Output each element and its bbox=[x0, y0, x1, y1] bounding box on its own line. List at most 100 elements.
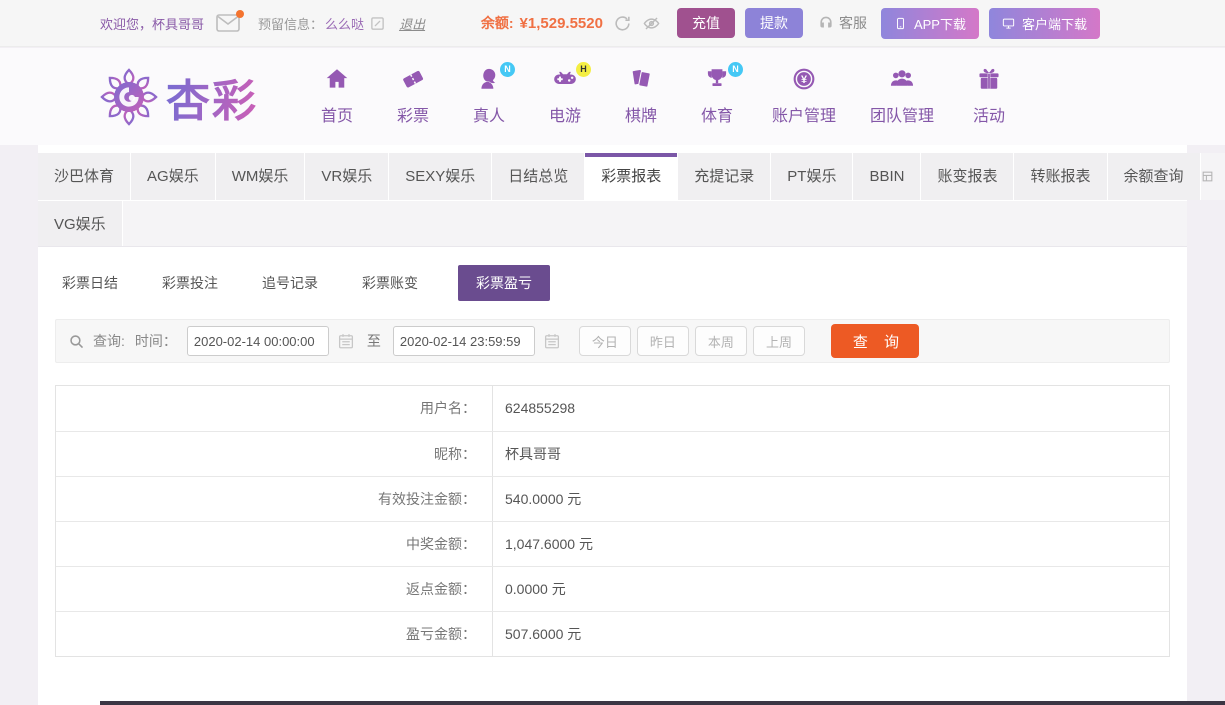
quick-date-button[interactable]: 本周 bbox=[694, 326, 747, 356]
tab-item[interactable]: BBIN bbox=[853, 153, 922, 200]
footer-edge bbox=[100, 701, 1225, 705]
username-text: 杯具哥哥 bbox=[152, 16, 205, 32]
live-person-icon bbox=[475, 66, 503, 97]
subtab-item[interactable]: 追号记录 bbox=[258, 265, 322, 301]
nav-item-gift[interactable]: 活动 bbox=[968, 68, 1010, 126]
subtab-item[interactable]: 彩票盈亏 bbox=[458, 265, 550, 301]
query-bar: 查询: 时间： 至 今日昨日本周上周 查 询 bbox=[55, 319, 1170, 363]
ticket-icon bbox=[399, 66, 427, 97]
nav-label: 团队管理 bbox=[870, 107, 935, 125]
quick-date-button[interactable]: 昨日 bbox=[636, 326, 689, 356]
row-label: 返点金额： bbox=[56, 567, 493, 611]
report-table: 用户名： 624855298 昵称： 杯具哥哥 有效投注金额： 540.0000 元中奖金… bbox=[55, 385, 1170, 657]
badge-h: H bbox=[576, 61, 591, 77]
search-icon bbox=[68, 333, 85, 350]
nav-label: 体育 bbox=[700, 107, 733, 125]
nav-item-ticket[interactable]: 彩票 bbox=[392, 68, 434, 126]
start-time-input[interactable] bbox=[186, 326, 329, 356]
badge-n: N bbox=[500, 61, 515, 77]
calendar-icon[interactable] bbox=[337, 332, 355, 350]
client-download-label: 客户端下载 bbox=[1021, 16, 1087, 32]
tab-item[interactable]: PT娱乐 bbox=[771, 153, 854, 200]
tab-item[interactable]: VG娱乐 bbox=[38, 201, 123, 246]
logout-link[interactable]: 退出 bbox=[399, 14, 425, 33]
main-nav: 首页 彩票 N 真人 H 电游 棋牌 N 体育 ¥ 账户管理 团队管理 活动 bbox=[316, 61, 1010, 126]
window-icon[interactable] bbox=[1201, 170, 1214, 183]
team-icon bbox=[888, 66, 916, 97]
table-row: 有效投注金额： 540.0000 元 bbox=[56, 476, 1169, 521]
tab-item[interactable]: VR娱乐 bbox=[305, 153, 390, 200]
site-logo[interactable]: 杏彩 bbox=[100, 65, 258, 129]
tab-item[interactable]: WM娱乐 bbox=[215, 153, 306, 200]
nav-item-live-person[interactable]: N 真人 bbox=[468, 61, 515, 126]
row-label: 中奖金额： bbox=[56, 522, 493, 566]
mail-icon[interactable] bbox=[216, 10, 245, 32]
nav-label: 电游 bbox=[548, 107, 581, 125]
client-download-button[interactable]: 客户端下载 bbox=[988, 7, 1100, 39]
end-time-input[interactable] bbox=[392, 326, 535, 356]
nav-label: 棋牌 bbox=[624, 107, 657, 125]
logo-text: 杏彩 bbox=[166, 65, 258, 129]
nav-label: 账户管理 bbox=[772, 107, 837, 125]
tab-item[interactable]: 沙巴体育 bbox=[38, 153, 132, 200]
content-card: 沙巴体育 AG娱乐 WM娱乐 VR娱乐 SEXY娱乐 日结总览 彩票报表 充提记录 PT娱乐 BB… bbox=[38, 145, 1225, 705]
eye-off-icon[interactable] bbox=[642, 14, 661, 33]
coin-icon: ¥ bbox=[790, 66, 818, 97]
home-icon bbox=[323, 66, 351, 97]
logo-flower-icon bbox=[100, 67, 158, 125]
nav-item-cards[interactable]: 棋牌 bbox=[620, 68, 662, 126]
welcome-text: 欢迎您， bbox=[100, 16, 153, 32]
app-download-label: APP下载 bbox=[913, 16, 966, 32]
subtab-bar: 彩票日结 彩票投注 追号记录 彩票账变 彩票盈亏 bbox=[38, 247, 1187, 315]
monitor-icon bbox=[1002, 18, 1015, 29]
balance-group: 余额: ¥1,529.5520 充值 提款 客服 APP下载 客户端下载 bbox=[481, 7, 1100, 39]
gift-icon bbox=[975, 66, 1003, 97]
quick-date-button[interactable]: 上周 bbox=[752, 326, 805, 356]
search-submit-button[interactable]: 查 询 bbox=[830, 324, 919, 358]
subtab-item[interactable]: 彩票日结 bbox=[58, 265, 122, 301]
tab-item[interactable]: 转账报表 bbox=[1014, 153, 1108, 200]
tab-item[interactable]: 日结总览 bbox=[492, 153, 586, 200]
notification-dot bbox=[236, 10, 245, 18]
app-download-button[interactable]: APP下载 bbox=[880, 7, 979, 39]
row-value: 540.0000 元 bbox=[505, 491, 582, 507]
nav-item-trophy[interactable]: N 体育 bbox=[696, 61, 743, 126]
subtab-item[interactable]: 彩票账变 bbox=[358, 265, 422, 301]
table-row: 用户名： 624855298 bbox=[56, 386, 1169, 431]
balance-value: ¥1,529.5520 bbox=[519, 14, 603, 32]
withdraw-button[interactable]: 提款 bbox=[744, 8, 803, 38]
nav-item-coin[interactable]: ¥ 账户管理 bbox=[772, 68, 836, 126]
quick-date-button[interactable]: 今日 bbox=[578, 326, 631, 356]
refresh-icon[interactable] bbox=[613, 14, 632, 33]
row-value: 0.0000 元 bbox=[505, 581, 566, 597]
nav-label: 活动 bbox=[973, 107, 1006, 125]
deposit-button[interactable]: 充值 bbox=[676, 8, 735, 38]
subtab-item[interactable]: 彩票投注 bbox=[158, 265, 222, 301]
row-label: 用户名： bbox=[56, 386, 493, 431]
tab-item[interactable]: SEXY娱乐 bbox=[389, 153, 493, 200]
gamepad-icon bbox=[551, 66, 579, 97]
tab-item[interactable]: 账变报表 bbox=[921, 153, 1015, 200]
row-label: 昵称： bbox=[56, 432, 493, 476]
tab-item[interactable]: 彩票报表 bbox=[585, 153, 679, 200]
row-label: 盈亏金额： bbox=[56, 612, 493, 656]
reserved-info-value[interactable]: 么么哒 bbox=[325, 14, 364, 33]
table-row: 昵称： 杯具哥哥 bbox=[56, 431, 1169, 476]
customer-service-label: 客服 bbox=[838, 15, 867, 31]
tab-item[interactable]: 充提记录 bbox=[678, 153, 772, 200]
nav-item-gamepad[interactable]: H 电游 bbox=[544, 61, 591, 126]
nav-item-home[interactable]: 首页 bbox=[316, 68, 358, 126]
to-label: 至 bbox=[366, 333, 381, 349]
row-value: 624855298 bbox=[505, 400, 576, 416]
phone-icon bbox=[897, 17, 904, 29]
calendar-icon[interactable] bbox=[543, 332, 561, 350]
customer-service-button[interactable]: 客服 bbox=[817, 13, 867, 33]
tab-item[interactable]: 余额查询 bbox=[1107, 153, 1201, 200]
tab-item[interactable]: AG娱乐 bbox=[131, 153, 216, 200]
badge-n: N bbox=[728, 61, 743, 77]
nav-item-team[interactable]: 团队管理 bbox=[870, 68, 934, 126]
row-label: 有效投注金额： bbox=[56, 477, 493, 521]
headset-icon bbox=[820, 16, 832, 28]
table-row: 返点金额： 0.0000 元 bbox=[56, 566, 1169, 611]
edit-icon[interactable] bbox=[370, 16, 385, 31]
